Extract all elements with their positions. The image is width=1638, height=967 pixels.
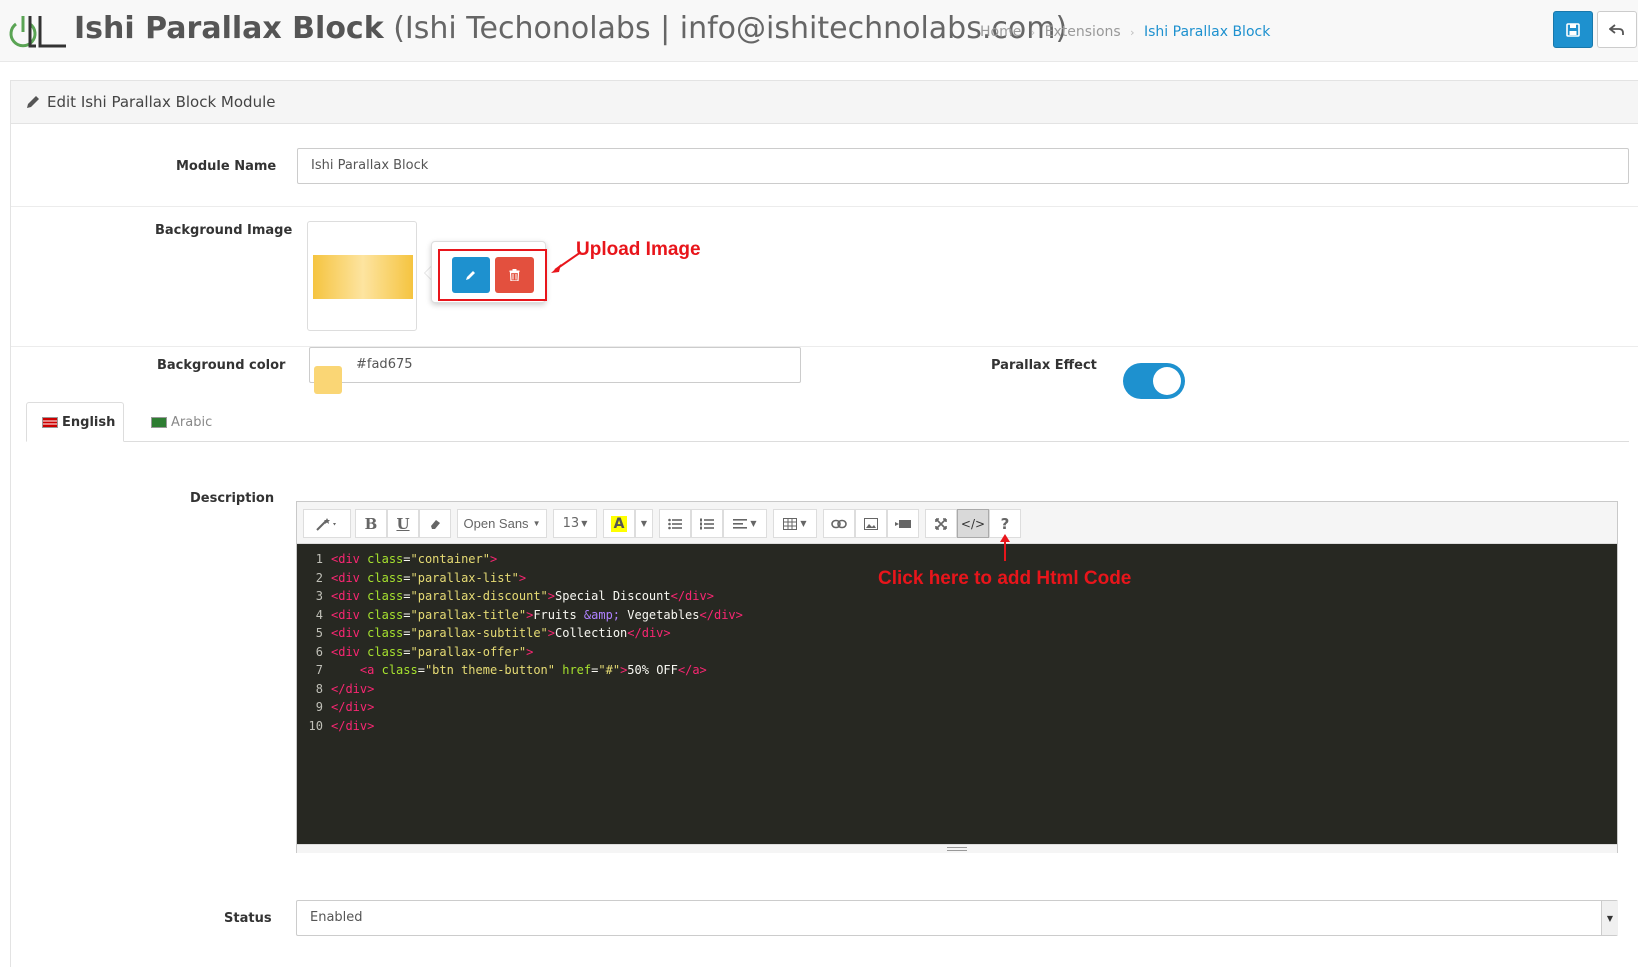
- tabs-divider: [26, 441, 1629, 442]
- page-header: Ishi Parallax Block (Ishi Techonolabs | …: [0, 0, 1638, 62]
- caret-down-icon: ▼: [750, 519, 757, 528]
- tab-arabic-label: Arabic: [171, 414, 213, 430]
- tab-arabic[interactable]: Arabic: [141, 402, 212, 442]
- magic-style-button[interactable]: [303, 509, 351, 538]
- toggle-knob: [1153, 367, 1181, 395]
- expand-icon: [935, 517, 947, 530]
- annotation-arrow-up-icon: [1000, 534, 1010, 561]
- link-icon: [831, 519, 847, 528]
- code-icon: </>: [960, 516, 986, 531]
- parallax-effect-toggle[interactable]: [1123, 363, 1185, 399]
- font-color-dropdown[interactable]: ▼: [635, 509, 653, 538]
- description-editor: B U Open Sans ▼ 13 ▼ A ▼ ▼ ▼ </> ? 1 <di…: [296, 501, 1618, 853]
- code-line: 9 </div>: [315, 700, 375, 714]
- description-label: Description: [190, 491, 275, 506]
- caret-down-icon[interactable]: ▼: [1601, 901, 1618, 935]
- fullscreen-button[interactable]: [925, 509, 957, 538]
- page-title: Ishi Parallax Block (Ishi Techonolabs | …: [74, 10, 1067, 48]
- font-color-button[interactable]: A: [603, 509, 635, 538]
- magic-wand-icon: [316, 517, 336, 531]
- code-line: 6 <div class="parallax-offer">: [315, 644, 534, 659]
- font-family-dropdown[interactable]: Open Sans ▼: [457, 509, 547, 538]
- caret-down-icon: ▼: [640, 519, 648, 528]
- code-line: 4 <div class="parallax-title">Fruits &amp…: [315, 607, 743, 622]
- background-image-preview: [313, 255, 413, 299]
- image-button[interactable]: [855, 509, 887, 538]
- panel-heading: Edit Ishi Parallax Block Module: [11, 81, 1638, 124]
- breadcrumb-extensions[interactable]: Extensions: [1045, 24, 1121, 40]
- color-a-icon: A: [610, 515, 628, 532]
- editor-toolbar: B U Open Sans ▼ 13 ▼ A ▼ ▼ ▼ </> ?: [297, 502, 1617, 544]
- background-color-label: Background color: [157, 358, 286, 373]
- breadcrumb-current[interactable]: Ishi Parallax Block: [1144, 24, 1270, 40]
- status-label: Status: [224, 911, 272, 926]
- caret-down-icon: ▼: [532, 519, 541, 528]
- grip-icon: [947, 847, 967, 851]
- module-name-label: Module Name: [176, 159, 277, 174]
- code-line: 10 </div>: [308, 718, 375, 733]
- table-icon: [783, 517, 798, 530]
- bold-button[interactable]: B: [355, 509, 387, 538]
- back-button[interactable]: [1597, 11, 1637, 48]
- breadcrumb: Home › Extensions › Ishi Parallax Block: [980, 24, 1270, 40]
- tab-english[interactable]: English: [26, 402, 124, 442]
- underline-button[interactable]: U: [387, 509, 419, 538]
- bullet-list-icon: [668, 518, 682, 529]
- picture-icon: [864, 517, 878, 530]
- code-line: 7 <a class="btn theme-button" href="#">5…: [315, 663, 707, 677]
- panel-title: Edit Ishi Parallax Block Module: [47, 93, 276, 111]
- unordered-list-button[interactable]: [659, 509, 691, 538]
- code-line: 1 <div class="container">: [315, 552, 498, 566]
- divider: [11, 206, 1638, 207]
- font-size-value: 13: [562, 516, 580, 531]
- align-left-icon: [733, 518, 748, 529]
- arabic-flag-icon: [151, 416, 167, 428]
- ordered-list-button[interactable]: [691, 509, 723, 538]
- tab-english-label: English: [62, 414, 116, 430]
- eraser-button[interactable]: [419, 509, 451, 538]
- ishi-logo: [9, 16, 66, 48]
- editor-resize-handle[interactable]: [297, 844, 1617, 853]
- uk-flag-icon: [42, 416, 58, 428]
- color-swatch[interactable]: [314, 366, 342, 394]
- caret-down-icon: ▼: [800, 519, 807, 528]
- html-code-annotation: Click here to add Html Code: [878, 568, 1132, 589]
- module-name-input[interactable]: Ishi Parallax Block: [297, 148, 1629, 184]
- caret-down-icon: ▼: [581, 519, 588, 528]
- numbered-list-icon: [700, 518, 714, 529]
- video-icon: [895, 519, 911, 528]
- upload-image-annotation: Upload Image: [576, 239, 701, 260]
- background-color-input[interactable]: #fad675: [309, 347, 801, 383]
- breadcrumb-separator-icon: ›: [1030, 26, 1036, 39]
- background-image-label: Background Image: [155, 223, 293, 238]
- video-button[interactable]: [887, 509, 919, 538]
- paragraph-align-dropdown[interactable]: ▼: [723, 509, 767, 538]
- floppy-disk-icon: [1566, 22, 1580, 37]
- eraser-icon: [431, 519, 440, 529]
- code-view-button[interactable]: </>: [957, 509, 989, 538]
- breadcrumb-separator-icon: ›: [1130, 26, 1135, 39]
- font-size-dropdown[interactable]: 13 ▼: [553, 509, 597, 538]
- code-line: 8 </div>: [315, 681, 375, 696]
- font-family-value: Open Sans: [463, 516, 529, 531]
- module-subtitle: (Ishi Techonolabs | info@ishitechnolabs.…: [393, 11, 1068, 46]
- reply-arrow-icon: [1609, 23, 1624, 35]
- save-button[interactable]: [1553, 11, 1593, 48]
- pencil-icon: [27, 96, 39, 108]
- upload-highlight-box: [438, 249, 547, 301]
- module-title: Ishi Parallax Block: [74, 11, 384, 46]
- divider: [11, 346, 1638, 347]
- parallax-effect-label: Parallax Effect: [991, 358, 1097, 373]
- background-image-thumbnail[interactable]: [307, 221, 417, 331]
- breadcrumb-home[interactable]: Home: [980, 24, 1021, 40]
- table-dropdown[interactable]: ▼: [773, 509, 817, 538]
- code-line: 5 <div class="parallax-subtitle">Collecti…: [315, 626, 671, 640]
- status-select[interactable]: Enabled: [296, 900, 1618, 936]
- link-button[interactable]: [823, 509, 855, 538]
